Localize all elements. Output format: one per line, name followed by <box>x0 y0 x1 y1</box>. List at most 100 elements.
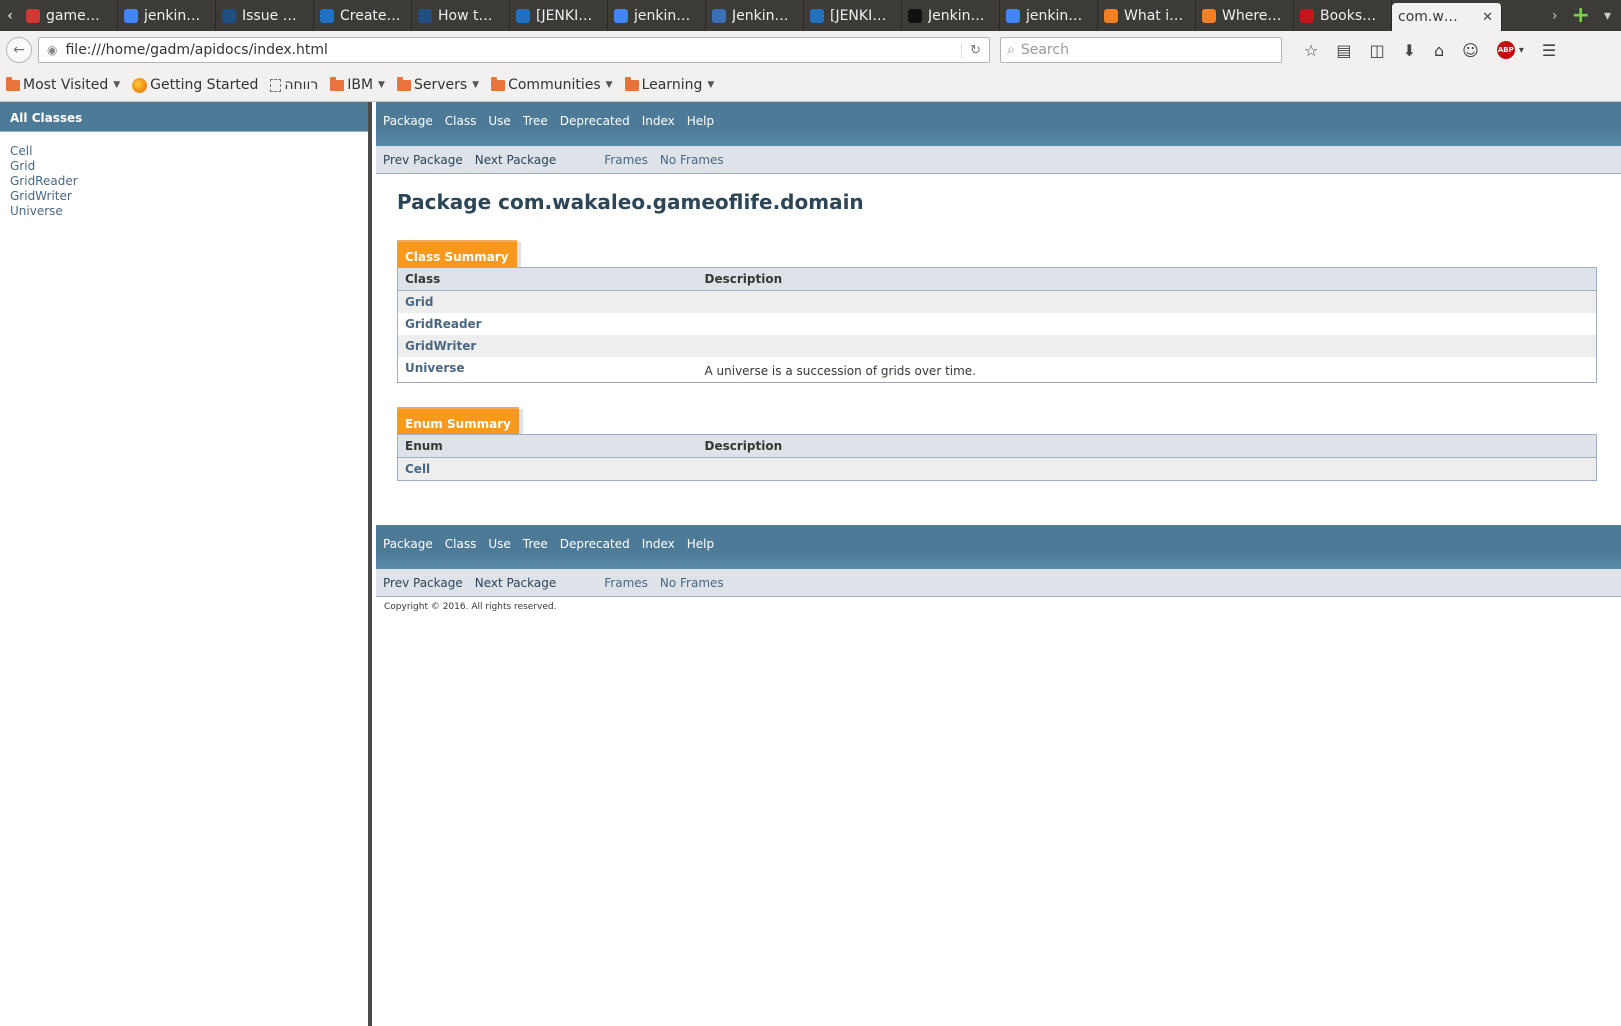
search-input[interactable]: ⌕ Search <box>1000 37 1282 63</box>
class-link[interactable]: GridWriter <box>10 189 72 203</box>
nav-item-help[interactable]: Help <box>687 114 714 146</box>
list-item: Cell <box>10 144 358 159</box>
nav-item-tree[interactable]: Tree <box>523 537 548 569</box>
frames-link[interactable]: Frames <box>604 153 648 167</box>
name-cell: Grid <box>397 290 698 313</box>
tab-3[interactable]: Create… <box>314 0 412 31</box>
table-row: Universe A universe is a succession of gr… <box>398 357 1597 383</box>
enum-summary-table: Enum Description Cell <box>397 434 1597 481</box>
nav-item-class[interactable]: Class <box>445 537 477 569</box>
nav-item-index[interactable]: Index <box>642 537 675 569</box>
adblock-chevron-down-icon[interactable]: ▾ <box>1519 45 1524 56</box>
adblock-icon[interactable]: ABP <box>1496 41 1515 59</box>
tab-13[interactable]: Books… <box>1294 0 1392 31</box>
page-content: All Classes Cell Grid GridReader GridWriter… <box>0 102 1621 1026</box>
description-cell: A universe is a succession of grids over… <box>704 364 977 378</box>
reader-list-icon[interactable]: ▤ <box>1336 41 1351 60</box>
folder-icon <box>624 76 639 91</box>
url-text[interactable]: file:///home/gadm/apidocs/index.html <box>65 42 961 58</box>
tab-5[interactable]: [JENKI… <box>510 0 608 31</box>
table-row: Cell <box>397 457 1597 481</box>
url-bar[interactable]: ◉ file:///home/gadm/apidocs/index.html ↻ <box>38 37 990 63</box>
class-link[interactable]: GridReader <box>10 174 78 188</box>
tab-2[interactable]: Issue … <box>216 0 314 31</box>
tabbar-controls: › + ▾ <box>1552 0 1621 31</box>
nav-item-deprecated[interactable]: Deprecated <box>560 537 630 569</box>
next-package-label: Next Package <box>474 575 557 590</box>
reload-icon[interactable]: ↻ <box>961 42 981 58</box>
class-link[interactable]: Universe <box>10 204 63 218</box>
nav-item-package[interactable]: Package <box>383 537 433 569</box>
tab-6[interactable]: jenkin… <box>608 0 706 31</box>
tab-4[interactable]: How t… <box>412 0 510 31</box>
safari-books-icon <box>1300 8 1314 23</box>
tab-scroll-left-button[interactable]: ‹ <box>0 0 20 31</box>
bookmark-0[interactable]: Most Visited ▼ <box>6 76 121 93</box>
bookmark-5[interactable]: Communities ▼ <box>491 76 613 93</box>
tab-title: jenkin… <box>144 7 201 24</box>
nav-item-use[interactable]: Use <box>488 537 510 569</box>
no-frames-link[interactable]: No Frames <box>660 576 724 590</box>
type-link[interactable]: Grid <box>405 295 433 309</box>
tab-12[interactable]: Where… <box>1196 0 1294 31</box>
prev-package-label: Prev Package <box>383 152 463 167</box>
tab-list-chevron-down-icon[interactable]: ▾ <box>1604 8 1611 24</box>
firefox-icon <box>132 77 148 93</box>
nav-item-help[interactable]: Help <box>687 537 714 569</box>
nav-item-use[interactable]: Use <box>488 114 510 146</box>
tab-0[interactable]: game… <box>20 0 118 31</box>
bookmark-star-icon[interactable]: ☆ <box>1304 41 1318 60</box>
pocket-icon[interactable]: ◫ <box>1369 41 1384 60</box>
site-info-icon[interactable]: ◉ <box>47 43 57 57</box>
bookmark-2[interactable]: רווחה <box>270 77 318 93</box>
folder-icon <box>330 76 345 91</box>
tab-10[interactable]: jenkin… <box>1000 0 1098 31</box>
nav-item-deprecated[interactable]: Deprecated <box>560 114 630 146</box>
copyright-text: Copyright © 2016. All rights reserved. <box>384 602 557 612</box>
new-tab-plus-icon[interactable]: + <box>1572 4 1590 27</box>
class-link[interactable]: Grid <box>10 159 35 173</box>
tab-1[interactable]: jenkin… <box>118 0 216 31</box>
bookmark-3[interactable]: IBM ▼ <box>330 76 385 93</box>
bookmark-6[interactable]: Learning ▼ <box>624 76 714 93</box>
jira-icon <box>418 8 432 23</box>
frames-link[interactable]: Frames <box>604 576 648 590</box>
chat-icon[interactable]: ☺ <box>1462 41 1479 60</box>
tab-active[interactable]: com.w… ✕ <box>1392 3 1502 31</box>
all-classes-frame: All Classes Cell Grid GridReader GridWriter… <box>0 102 372 1026</box>
tab-scroll-right-button[interactable]: › <box>1552 8 1558 24</box>
folder-icon <box>491 76 506 91</box>
chevron-down-icon: ▼ <box>113 80 121 90</box>
list-item: Universe <box>10 204 358 219</box>
type-link[interactable]: Universe <box>405 361 465 375</box>
type-link[interactable]: Cell <box>405 462 430 476</box>
menu-hamburger-icon[interactable]: ☰ <box>1542 41 1556 60</box>
enum-summary-caption: Enum Summary <box>397 407 523 434</box>
type-link[interactable]: GridReader <box>405 317 482 331</box>
tab-bar: ‹ game… jenkin… Issue … Create… How t… [JENKI… <box>0 0 1621 31</box>
tab-7[interactable]: Jenkin… <box>706 0 804 31</box>
search-icon: ⌕ <box>1007 42 1015 58</box>
tab-list: game… jenkin… Issue … Create… How t… [JENKI… j… <box>20 0 1392 31</box>
bookmark-label: Getting Started <box>150 77 259 93</box>
no-frames-link[interactable]: No Frames <box>660 153 724 167</box>
download-icon[interactable]: ⬇ <box>1403 41 1416 60</box>
close-icon[interactable]: ✕ <box>1482 10 1493 25</box>
nav-item-tree[interactable]: Tree <box>523 114 548 146</box>
tab-11[interactable]: What i… <box>1098 0 1196 31</box>
nav-item-package[interactable]: Package <box>383 114 433 146</box>
nav-item-index[interactable]: Index <box>642 114 675 146</box>
bookmark-1[interactable]: Getting Started <box>132 77 258 93</box>
google-icon <box>1006 8 1020 23</box>
stackoverflow-icon <box>1104 8 1118 23</box>
tab-9[interactable]: Jenkin… <box>902 0 1000 31</box>
back-arrow-icon[interactable]: ← <box>6 37 32 63</box>
column-header: Description <box>697 267 1597 291</box>
tab-title: com.w… <box>1398 9 1458 25</box>
bookmark-4[interactable]: Servers ▼ <box>396 76 479 93</box>
class-link[interactable]: Cell <box>10 144 32 158</box>
tab-8[interactable]: [JENKI… <box>804 0 902 31</box>
type-link[interactable]: GridWriter <box>405 339 476 353</box>
nav-item-class[interactable]: Class <box>445 114 477 146</box>
home-icon[interactable]: ⌂ <box>1434 41 1444 60</box>
